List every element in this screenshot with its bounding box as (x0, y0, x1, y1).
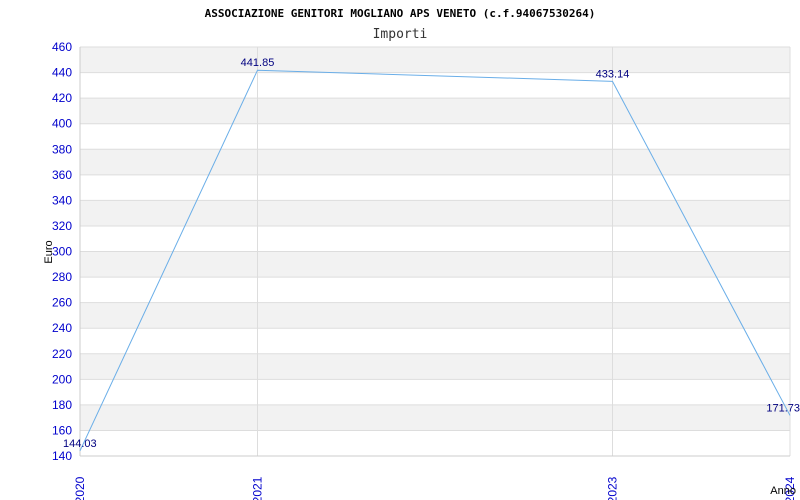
y-tick-label: 280 (52, 270, 72, 284)
y-tick-label: 300 (52, 245, 72, 259)
grid-band (80, 353, 790, 380)
data-label: 171.73 (766, 402, 800, 414)
y-tick-label: 160 (52, 423, 72, 437)
y-tick-label: 320 (52, 219, 72, 233)
grid-bands (80, 47, 790, 431)
y-tick-label: 420 (52, 91, 72, 105)
y-axis-label: Euro (43, 240, 55, 263)
y-tick-label: 400 (52, 117, 72, 131)
y-tick-label: 440 (52, 66, 72, 80)
y-tick-label: 340 (52, 193, 72, 207)
y-tick-label: 200 (52, 372, 72, 386)
y-tick-label: 180 (52, 398, 72, 412)
grid-band (80, 251, 790, 278)
data-label: 144.03 (63, 438, 97, 450)
grid-band (80, 98, 790, 124)
grid-band (80, 149, 790, 175)
grid-band (80, 404, 790, 431)
y-tick-label: 220 (52, 347, 72, 361)
grid-band (80, 302, 790, 329)
y-tick-label: 460 (52, 40, 72, 54)
y-tick-label: 260 (52, 296, 72, 310)
x-axis-label: Anno (770, 485, 796, 497)
y-tick-label: 140 (52, 449, 72, 463)
y-tick-label: 380 (52, 142, 72, 156)
x-tick-label: 2023 (606, 476, 620, 500)
y-tick-labels: 140 160 180 200 220 240 260 280 300 320 340 360 380 4… (52, 40, 72, 463)
data-label: 441.85 (241, 57, 275, 69)
chart-title: ASSOCIAZIONE GENITORI MOGLIANO APS VENET… (205, 7, 596, 20)
data-label: 433.14 (596, 68, 630, 80)
x-tick-label: 2020 (73, 476, 87, 500)
chart-subtitle: Importi (373, 27, 428, 42)
grid-band (80, 47, 790, 73)
x-tick-labels: 2020 2021 2023 2024 (73, 476, 797, 500)
x-tick-label: 2021 (251, 476, 265, 500)
y-tick-label: 360 (52, 168, 72, 182)
line-chart: ASSOCIAZIONE GENITORI MOGLIANO APS VENET… (43, 7, 800, 500)
y-tick-label: 240 (52, 321, 72, 335)
